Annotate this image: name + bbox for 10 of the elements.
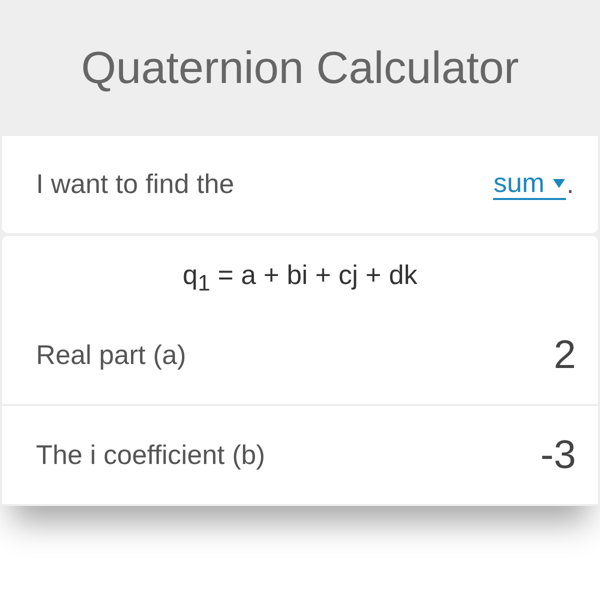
mode-dropdown[interactable]: sum bbox=[493, 168, 566, 200]
caret-icon bbox=[552, 178, 566, 189]
mode-label: I want to find the bbox=[36, 169, 236, 200]
page-title: Quaternion Calculator bbox=[81, 42, 519, 94]
formula-text: q$_{1}$ = a + bi + cj + dk bbox=[182, 259, 418, 298]
input-field[interactable]: -3 bbox=[456, 432, 576, 478]
input-field[interactable]: 2 bbox=[456, 332, 576, 378]
field-label: Real part (a) bbox=[36, 340, 188, 371]
sentence-period: . bbox=[566, 169, 574, 200]
field-label: The i coefficient (b) bbox=[36, 440, 266, 471]
